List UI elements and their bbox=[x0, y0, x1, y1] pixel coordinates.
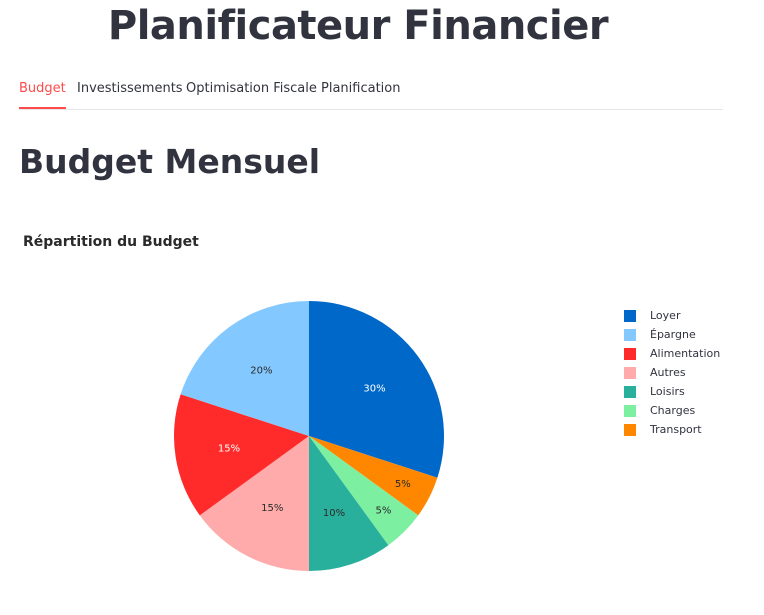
app-title: Planificateur Financier bbox=[107, 3, 609, 49]
legend-label: Épargne bbox=[650, 328, 696, 341]
slice-label-transport: 5% bbox=[395, 479, 411, 490]
legend-label: Autres bbox=[650, 366, 686, 379]
slice-label-loisirs: 10% bbox=[323, 508, 345, 519]
legend-label: Loyer bbox=[650, 309, 681, 322]
tab-budget[interactable]: Budget bbox=[19, 72, 66, 109]
legend-label: Charges bbox=[650, 404, 696, 417]
legend-swatch bbox=[624, 367, 636, 379]
tab-bar: Budget Investissements Optimisation Fisc… bbox=[19, 72, 723, 110]
slice-label-autres: 15% bbox=[261, 503, 283, 514]
legend-swatch bbox=[624, 348, 636, 360]
chart-title: Répartition du Budget bbox=[23, 234, 199, 250]
slice-label-charges: 5% bbox=[376, 505, 392, 516]
legend-swatch bbox=[624, 386, 636, 398]
legend-label: Transport bbox=[650, 423, 702, 436]
legend-label: Loisirs bbox=[650, 385, 685, 398]
section-title: Budget Mensuel bbox=[19, 142, 321, 181]
legend-swatch bbox=[624, 329, 636, 341]
legend-label: Alimentation bbox=[650, 347, 721, 360]
slice-label-épargne: 20% bbox=[250, 365, 272, 376]
pie-chart: 30% 5% 5% 10% 15% 15% 20% bbox=[174, 301, 444, 571]
legend-swatch bbox=[624, 424, 636, 436]
legend-swatch bbox=[624, 405, 636, 417]
slice-label-alimentation: 15% bbox=[218, 444, 240, 455]
tab-planification[interactable]: Planification bbox=[321, 72, 400, 108]
tab-optimisation-fiscale[interactable]: Optimisation Fiscale bbox=[186, 72, 317, 108]
slice-label-loyer: 30% bbox=[363, 383, 385, 394]
legend-swatch bbox=[624, 310, 636, 322]
tab-investissements[interactable]: Investissements bbox=[77, 72, 183, 108]
